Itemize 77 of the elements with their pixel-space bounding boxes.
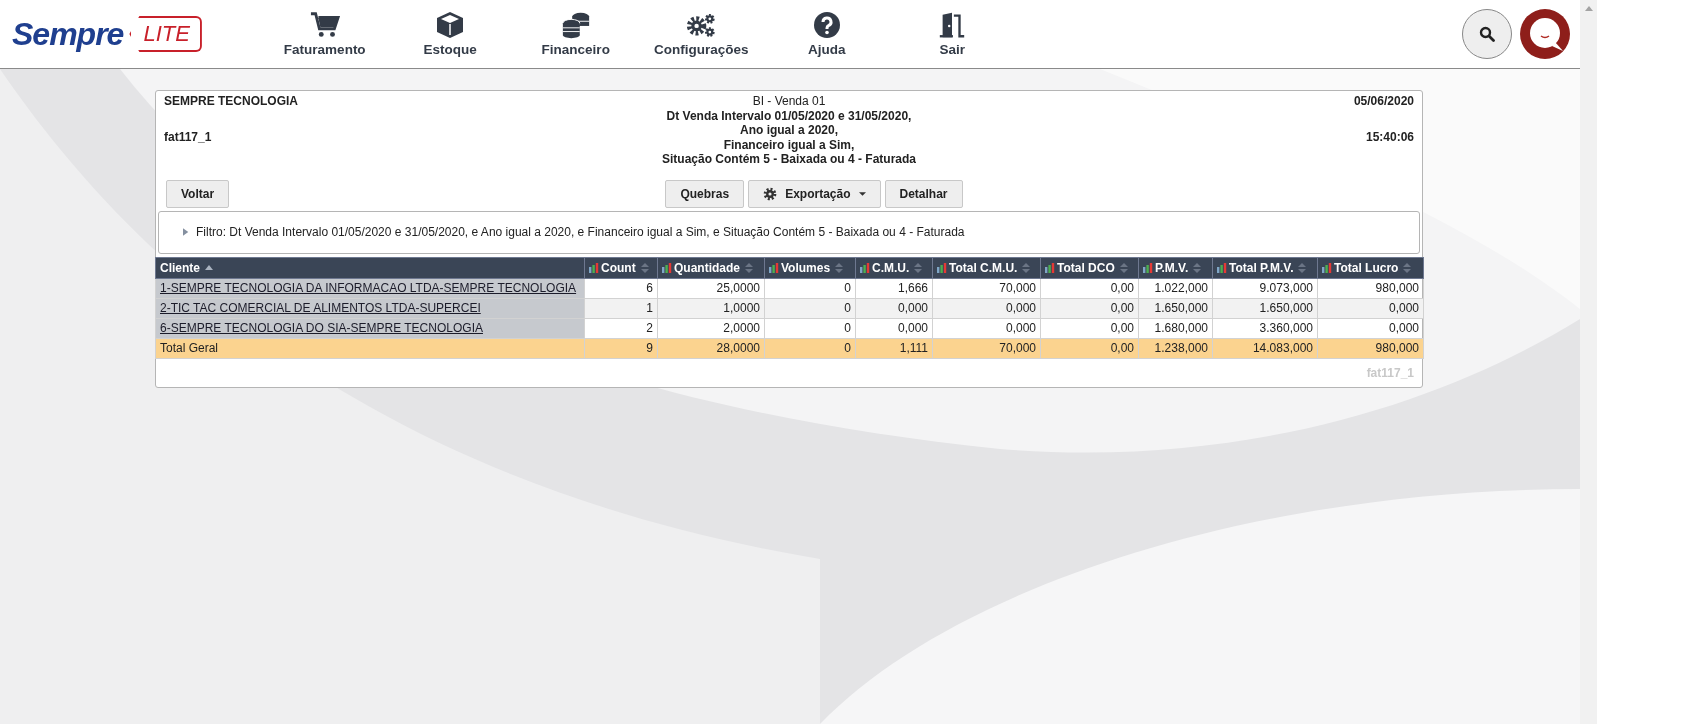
help-icon [811, 11, 842, 39]
filter-text: Filtro: Dt Venda Intervalo 01/05/2020 e 31/05/2020, e Ano igual a 2020, e Financeiro igual a Sim, e Situação Contém 5 - Baixada ou 4 - Faturada [196, 225, 965, 239]
report-criterion: Financeiro igual a Sim, [723, 137, 855, 152]
report-date: 05/06/2020 [1353, 94, 1414, 108]
table-cell: 0,00 [1040, 278, 1139, 298]
column-header[interactable]: Total C.M.U. [932, 257, 1041, 278]
table-cell: 1.680,000 [1138, 318, 1213, 338]
table-cell: 1,666 [855, 278, 933, 298]
column-header[interactable]: Total Lucro [1317, 257, 1424, 278]
client-link[interactable]: 6-SEMPRE TECNOLOGIA DO SIA-SEMPRE TECNOLOGIA [160, 321, 483, 335]
column-header[interactable]: C.M.U. [855, 257, 933, 278]
nav-item[interactable]: Faturamento [262, 11, 388, 57]
nav-item[interactable]: Ajuda [764, 11, 890, 57]
scroll-up-icon[interactable] [1584, 6, 1593, 11]
coins-icon [560, 11, 591, 39]
chat-avatar-icon[interactable] [1520, 9, 1570, 59]
search-button[interactable] [1462, 9, 1512, 59]
table-cell: 0 [764, 318, 856, 338]
table-cell: 1.022,000 [1138, 278, 1213, 298]
brand-tag: LITE [129, 16, 202, 52]
report-title: BI - Venda 01 [752, 94, 826, 109]
column-header[interactable]: Cliente [155, 257, 585, 278]
table-cell: 0,000 [855, 318, 933, 338]
bar-chart-icon [937, 262, 947, 273]
report-criterion: Ano igual a 2020, [739, 123, 838, 138]
table-cell: 6 [584, 278, 658, 298]
table-cell: 25,0000 [657, 278, 765, 298]
caret-icon [858, 191, 866, 196]
table-cell: 0 [764, 278, 856, 298]
action-button[interactable]: Quebras [665, 179, 745, 208]
gears-icon [686, 11, 717, 39]
table-cell: 2 [584, 318, 658, 338]
client-link[interactable]: 1-SEMPRE TECNOLOGIA DA INFORMACAO LTDA-SEMPRE TECNOLOGIA [160, 281, 577, 295]
nav-item[interactable]: Financeiro [513, 11, 639, 57]
brand-logo[interactable]: Sempre LITE [12, 15, 232, 53]
export-menu-button[interactable]: Exportação [748, 179, 881, 208]
bar-chart-icon [1217, 262, 1227, 273]
bar-chart-icon [1143, 262, 1153, 273]
table-cell: Total Geral [155, 338, 585, 358]
cart-icon [309, 11, 340, 39]
column-header[interactable]: P.M.V. [1138, 257, 1213, 278]
column-header[interactable]: Volumes [764, 257, 856, 278]
column-header[interactable]: Count [584, 257, 658, 278]
table-cell: 980,000 [1317, 278, 1424, 298]
bar-chart-icon [1045, 262, 1055, 273]
report-criterion: Dt Venda Intervalo 01/05/2020 e 31/05/2020, [666, 108, 912, 123]
back-button[interactable]: Voltar [166, 179, 229, 208]
client-link[interactable]: 2-TIC TAC COMERCIAL DE ALIMENTOS LTDA-SUPERCEI [160, 301, 481, 315]
bar-chart-icon [589, 262, 599, 273]
brand-name: Sempre [12, 15, 124, 53]
report-code: fat117_1 [164, 130, 213, 144]
bar-chart-icon [769, 262, 779, 273]
nav-item[interactable]: Configurações [638, 11, 764, 57]
company-name: SEMPRE TECNOLOGIA [164, 94, 299, 108]
box-icon [435, 11, 466, 39]
table-cell: 2,0000 [657, 318, 765, 338]
report-criterion: Situação Contém 5 - Baixada ou 4 - Faturada [661, 152, 917, 167]
report-time: 15:40:06 [1365, 130, 1414, 144]
search-icon [1479, 26, 1495, 42]
bar-chart-icon [1322, 262, 1332, 273]
table-cell: 0,000 [1317, 318, 1424, 338]
action-button[interactable]: Detalhar [884, 179, 963, 208]
table-cell: 9.073,000 [1212, 278, 1318, 298]
table-cell: 70,000 [932, 278, 1041, 298]
column-header[interactable]: Total DCO [1040, 257, 1139, 278]
column-header[interactable]: Quantidade [657, 257, 765, 278]
nav-item[interactable]: Estoque [387, 11, 513, 57]
table-cell: 0,000 [932, 318, 1041, 338]
nav-item[interactable]: Sair [889, 11, 1015, 57]
column-header[interactable]: Total P.M.V. [1212, 257, 1318, 278]
expand-icon[interactable] [183, 227, 189, 237]
gear-icon [763, 186, 778, 201]
scrollbar[interactable] [1580, 0, 1597, 724]
table-cell: 0,00 [1040, 318, 1139, 338]
table-cell: 3.360,000 [1212, 318, 1318, 338]
bar-chart-icon [662, 262, 672, 273]
bar-chart-icon [860, 262, 870, 273]
